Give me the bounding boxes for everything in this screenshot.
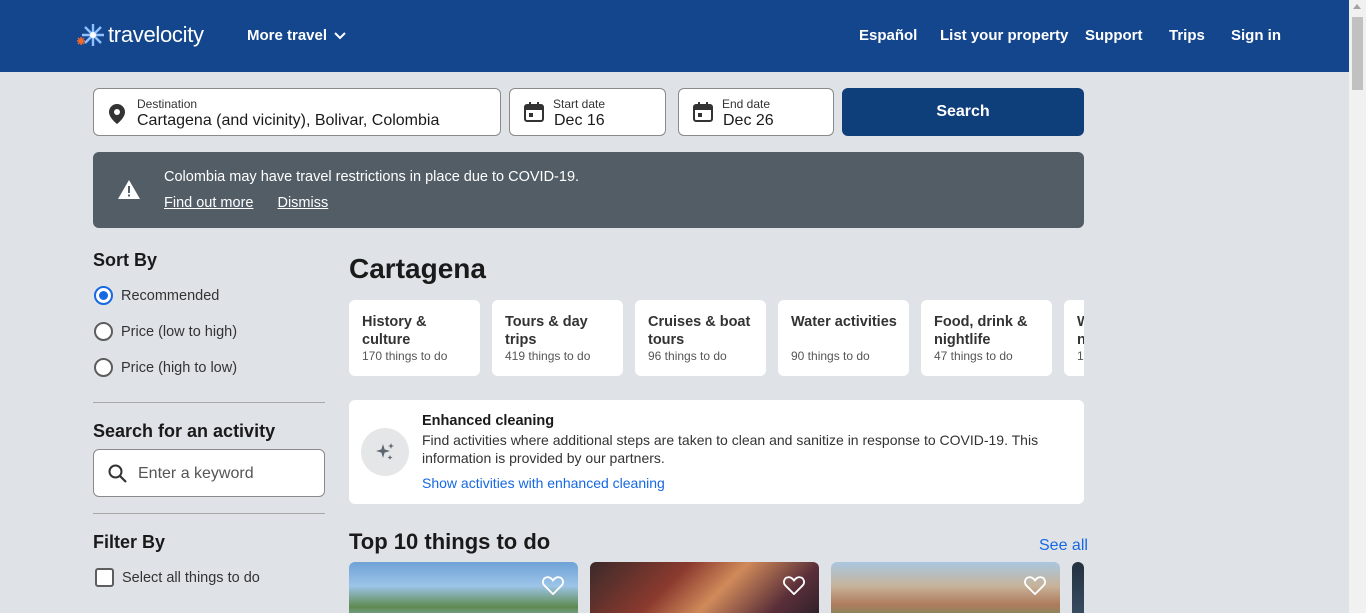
page-scrollbar[interactable]: [1349, 0, 1366, 613]
sort-option-label: Price (low to high): [121, 323, 238, 340]
enhanced-cleaning-card: Enhanced cleaning Find activities where …: [349, 400, 1084, 504]
category-card-partial[interactable]: W n 1: [1064, 300, 1084, 376]
cleaning-title: Enhanced cleaning: [422, 413, 555, 429]
heart-icon[interactable]: [1024, 575, 1046, 595]
alert-message: Colombia may have travel restrictions in…: [164, 169, 580, 185]
chevron-down-icon: [334, 31, 346, 39]
category-count: 1: [1077, 349, 1084, 363]
activity-card[interactable]: [831, 562, 1060, 613]
covid-alert: Colombia may have travel restrictions in…: [93, 152, 1084, 228]
find-out-more-link[interactable]: Find out more: [164, 195, 253, 211]
logo-star-icon: [75, 20, 105, 50]
end-date-field[interactable]: End date Dec 26: [678, 88, 834, 136]
category-count: 170 things to do: [362, 349, 448, 363]
select-all-checkbox-row[interactable]: Select all things to do: [95, 568, 260, 587]
destination-field[interactable]: Destination Cartagena (and vicinity), Bo…: [93, 88, 501, 136]
search-button[interactable]: Search: [842, 88, 1084, 136]
category-name: W n: [1077, 314, 1084, 348]
page-title: Cartagena: [349, 253, 486, 284]
travelocity-logo[interactable]: travelocity: [75, 20, 204, 50]
logo-text: travelocity: [108, 22, 204, 47]
activity-card[interactable]: [349, 562, 578, 613]
start-date-value: Dec 16: [554, 112, 605, 129]
keyword-search-input[interactable]: Enter a keyword: [93, 449, 325, 497]
scroll-thumb[interactable]: [1352, 17, 1363, 90]
start-date-label: Start date: [553, 97, 606, 111]
heart-icon[interactable]: [783, 575, 805, 595]
heart-icon[interactable]: [542, 575, 564, 595]
nav-list-property[interactable]: List your property: [940, 27, 1068, 44]
sparkle-icon: [361, 428, 409, 476]
category-count: 47 things to do: [934, 349, 1013, 363]
sort-price-high-option[interactable]: Price (high to low): [94, 358, 237, 377]
category-name: Tours & day trips: [505, 314, 588, 348]
sidebar-divider: [93, 513, 325, 514]
nav-sign-in[interactable]: Sign in: [1231, 27, 1281, 44]
category-count: 96 things to do: [648, 349, 727, 363]
category-count: 90 things to do: [791, 349, 870, 363]
category-card-cruises[interactable]: Cruises & boat tours 96 things to do: [635, 300, 766, 376]
category-card-history[interactable]: History & culture 170 things to do: [349, 300, 480, 376]
select-all-checkbox[interactable]: [95, 568, 114, 587]
more-travel-menu[interactable]: More travel: [247, 27, 346, 44]
top10-heading: Top 10 things to do: [349, 529, 551, 554]
start-date-field[interactable]: Start date Dec 16: [509, 88, 666, 136]
warning-icon: [118, 180, 140, 199]
filter-by-heading: Filter By: [93, 532, 166, 552]
sort-option-label: Price (high to low): [121, 359, 238, 376]
activity-card-partial[interactable]: [1072, 562, 1084, 613]
see-all-link[interactable]: See all: [1039, 537, 1088, 555]
calendar-icon: [524, 102, 544, 122]
end-date-value: Dec 26: [723, 112, 774, 129]
category-name: Cruises & boat tours: [648, 314, 751, 348]
nav-support[interactable]: Support: [1085, 27, 1143, 44]
radio-unselected[interactable]: [94, 322, 113, 341]
show-cleaning-activities-link[interactable]: Show activities with enhanced cleaning: [422, 475, 665, 491]
scroll-up-icon[interactable]: [1353, 4, 1361, 9]
radio-unselected[interactable]: [94, 358, 113, 377]
calendar-icon: [693, 102, 713, 122]
site-header: travelocity More travel Español List you…: [0, 0, 1349, 72]
destination-label: Destination: [137, 97, 198, 111]
sort-by-heading: Sort By: [93, 250, 158, 270]
category-card-water[interactable]: Water activities 90 things to do: [778, 300, 909, 376]
keyword-placeholder: Enter a keyword: [138, 465, 254, 482]
more-travel-label: More travel: [247, 27, 328, 44]
category-name: History & culture: [362, 314, 427, 348]
sort-option-label: Recommended: [121, 287, 220, 304]
sidebar-divider: [93, 402, 325, 403]
nav-trips[interactable]: Trips: [1169, 27, 1205, 44]
category-name: Food, drink & nightlife: [934, 314, 1028, 348]
category-name: Water activities: [791, 314, 897, 330]
sort-price-low-option[interactable]: Price (low to high): [94, 322, 237, 341]
end-date-label: End date: [722, 97, 771, 111]
category-card-food[interactable]: Food, drink & nightlife 47 things to do: [921, 300, 1052, 376]
category-carousel: History & culture 170 things to do Tours…: [349, 300, 1084, 376]
destination-value: Cartagena (and vicinity), Bolivar, Colom…: [137, 112, 440, 129]
sort-recommended-option[interactable]: Recommended: [94, 286, 219, 305]
dismiss-link[interactable]: Dismiss: [277, 195, 328, 211]
nav-espanol[interactable]: Español: [859, 27, 917, 44]
search-icon: [108, 464, 127, 483]
radio-selected[interactable]: [94, 286, 113, 305]
location-pin-icon: [109, 104, 125, 124]
search-activity-heading: Search for an activity: [93, 421, 276, 441]
category-card-tours[interactable]: Tours & day trips 419 things to do: [492, 300, 623, 376]
select-all-label: Select all things to do: [122, 569, 260, 586]
category-count: 419 things to do: [505, 349, 591, 363]
cleaning-description: Find activities where additional steps a…: [422, 432, 1039, 466]
activity-card[interactable]: [590, 562, 819, 613]
